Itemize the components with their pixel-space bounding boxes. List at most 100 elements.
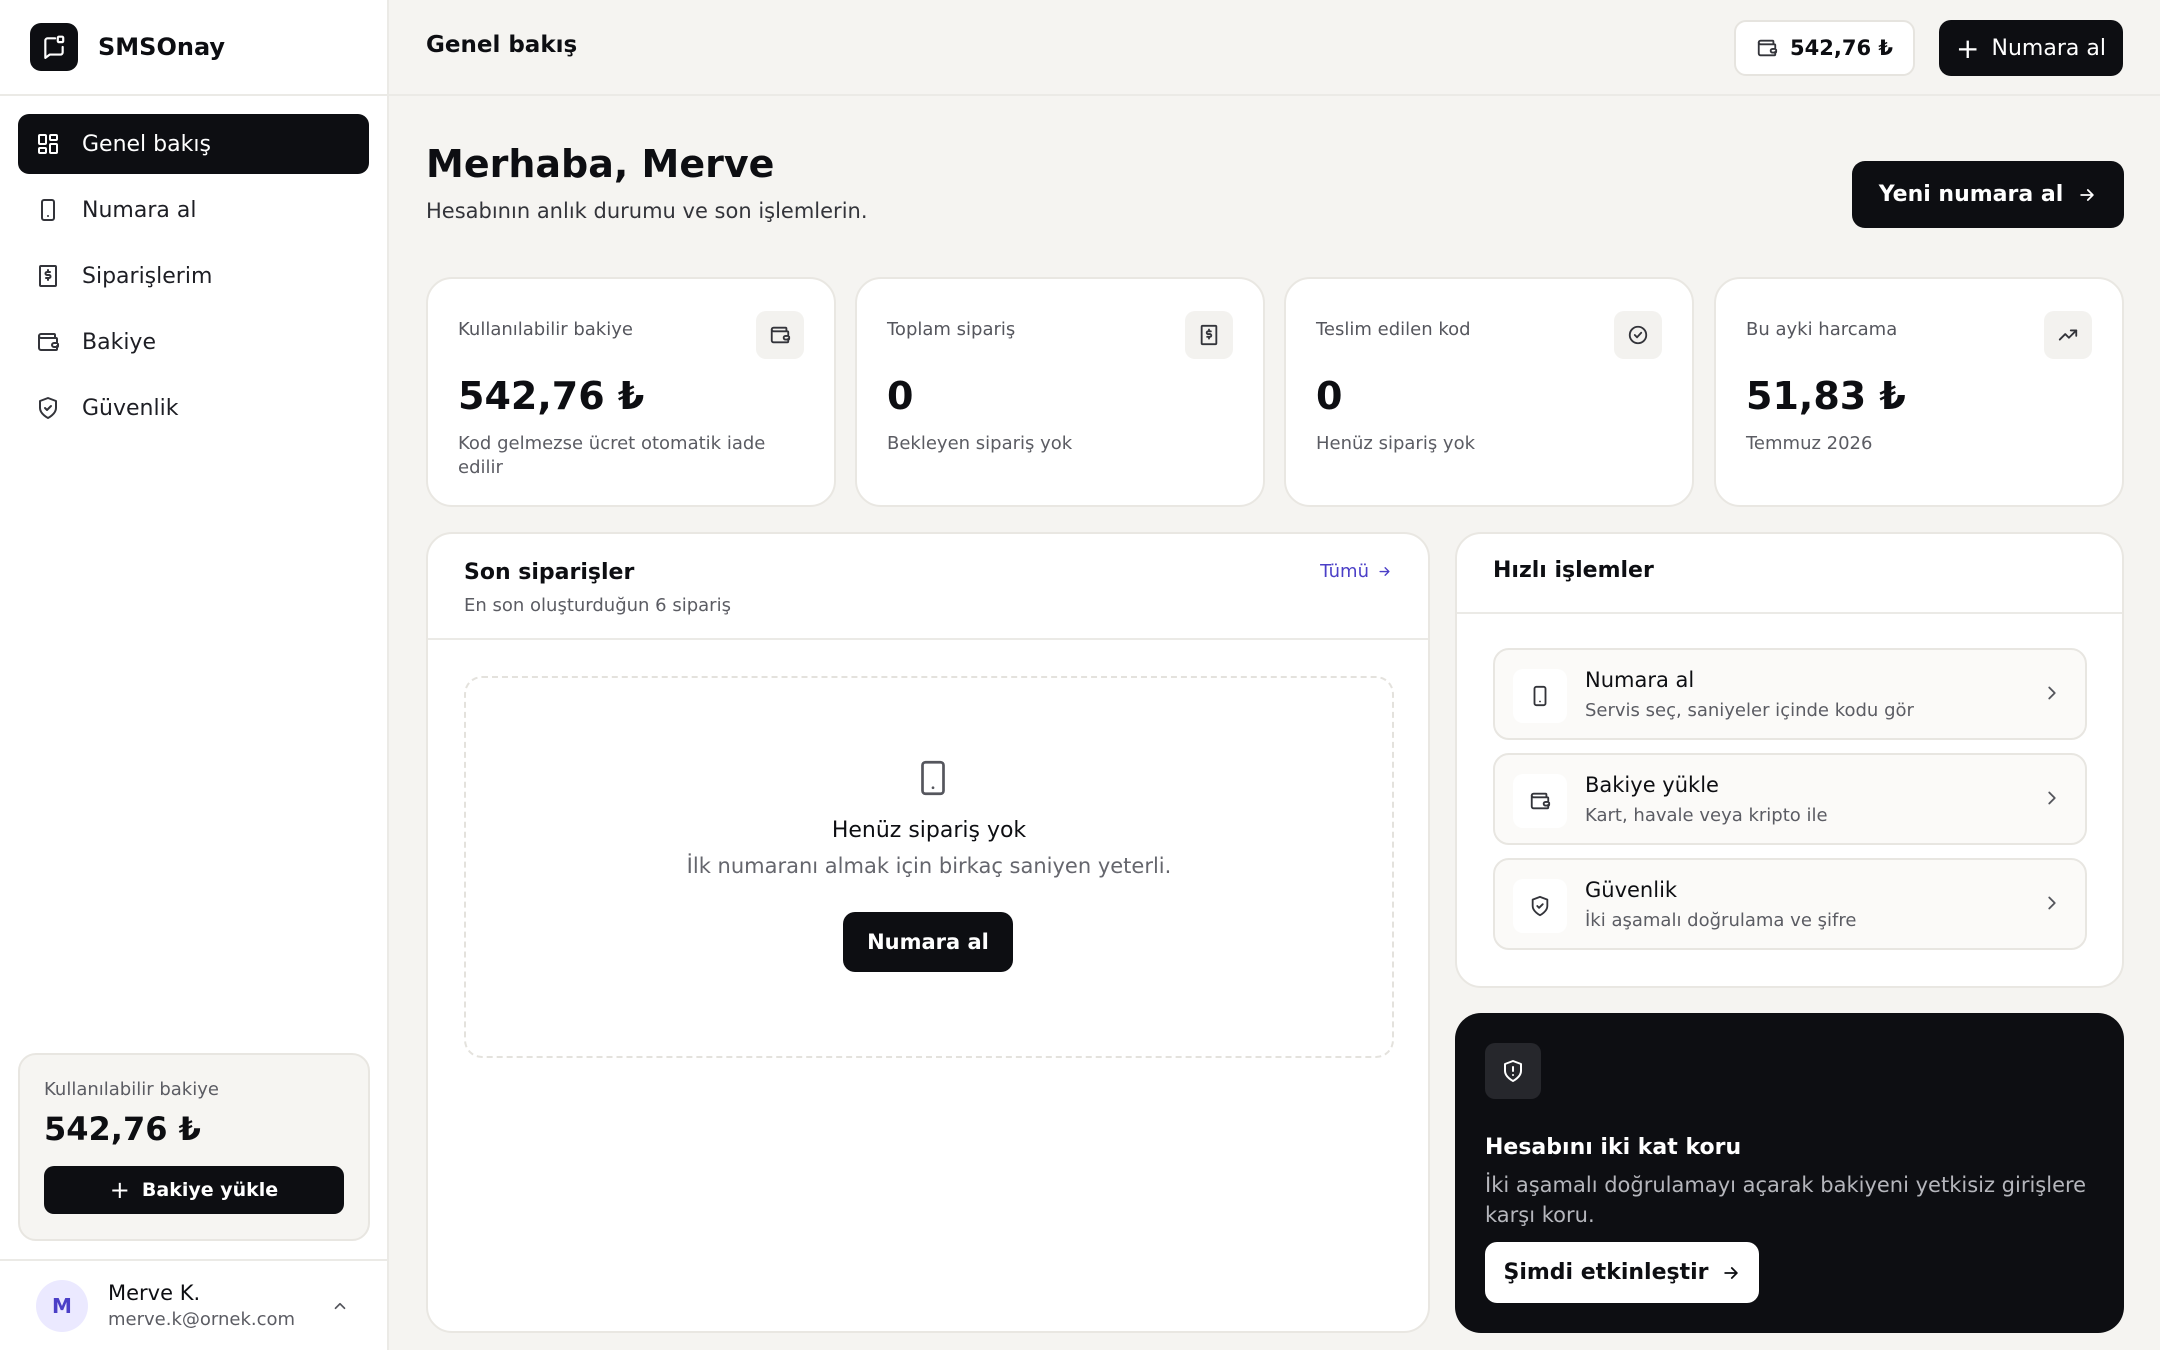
chevron-up-icon <box>331 1297 349 1315</box>
stat-value: 51,83 ₺ <box>1746 374 1906 418</box>
topbar: Genel bakış 542,76 ₺ + Numara al <box>389 0 2160 96</box>
brand-logo-icon <box>30 23 78 71</box>
quick-action-subtitle: Servis seç, saniyeler içinde kodu gör <box>1585 700 1914 721</box>
sidebar-item-security[interactable]: Güvenlik <box>18 378 369 438</box>
stat-note: Temmuz 2026 <box>1746 433 1873 454</box>
quick-action-title: Bakiye yükle <box>1585 773 1719 797</box>
quick-action-title: Numara al <box>1585 668 1695 692</box>
empty-state-text: İlk numaranı almak için birkaç saniyen y… <box>686 854 1172 878</box>
topbar-balance-amount: 542,76 ₺ <box>1790 36 1893 60</box>
stat-value: 0 <box>887 374 914 418</box>
shield-check-icon <box>36 396 60 420</box>
new-number-button[interactable]: Yeni numara al <box>1852 161 2124 228</box>
view-all-label: Tümü <box>1320 561 1369 582</box>
quick-action-get-number[interactable]: Numara al Servis seç, saniyeler içinde k… <box>1493 648 2087 740</box>
empty-state-get-number-button[interactable]: Numara al <box>843 912 1013 972</box>
sidebar-item-label: Bakiye <box>82 329 156 355</box>
chevron-right-icon <box>2041 682 2063 704</box>
sidebar-item-label: Siparişlerim <box>82 263 213 289</box>
user-menu[interactable]: M Merve K. merve.k@ornek.com <box>0 1259 387 1350</box>
phone-icon <box>36 198 60 222</box>
security-promo-card: Hesabını iki kat koru İki aşamalı doğrul… <box>1455 1013 2124 1333</box>
sidebar-item-label: Numara al <box>82 197 197 223</box>
topbar-get-number-button[interactable]: + Numara al <box>1939 20 2123 76</box>
sidebar-item-get-number[interactable]: Numara al <box>18 180 369 240</box>
sidebar-item-overview[interactable]: Genel bakış <box>18 114 369 174</box>
stat-value: 542,76 ₺ <box>458 374 645 418</box>
quick-action-top-up[interactable]: Bakiye yükle Kart, havale veya kripto il… <box>1493 753 2087 845</box>
shield-alert-icon <box>1485 1043 1541 1099</box>
wallet-icon <box>756 311 804 359</box>
view-all-link[interactable]: Tümü <box>1320 561 1392 582</box>
stat-value: 0 <box>1316 374 1343 418</box>
stat-card-balance: Kullanılabilir bakiye 542,76 ₺ Kod gelme… <box>426 277 836 507</box>
brand-name: SMSOnay <box>98 33 226 61</box>
top-up-button-label: Bakiye yükle <box>141 1179 279 1201</box>
stat-card-total-orders: Toplam sipariş 0 Bekleyen sipariş yok <box>855 277 1265 507</box>
quick-actions-panel: Hızlı işlemler Numara al Servis seç, san… <box>1455 532 2124 988</box>
shield-check-icon <box>1513 879 1567 933</box>
promo-title: Hesabını iki kat koru <box>1485 1135 1742 1160</box>
empty-state: Henüz sipariş yok İlk numaranı almak içi… <box>464 676 1394 1058</box>
recent-orders-title: Son siparişler <box>464 560 635 585</box>
stat-card-delivered-codes: Teslim edilen kod 0 Henüz sipariş yok <box>1284 277 1694 507</box>
phone-icon <box>918 760 948 796</box>
topbar-get-number-label: Numara al <box>1991 35 2106 61</box>
receipt-icon <box>36 264 60 288</box>
arrow-right-icon <box>1377 564 1392 579</box>
greeting-title: Merhaba, Merve <box>426 142 775 186</box>
promo-text: İki aşamalı doğrulamayı açarak bakiyeni … <box>1485 1173 2087 1227</box>
chevron-right-icon <box>2041 787 2063 809</box>
sidebar-nav: Genel bakış Numara al Siparişlerim Bakiy… <box>0 96 387 438</box>
top-up-button[interactable]: + Bakiye yükle <box>44 1166 344 1214</box>
balance-amount: 542,76 ₺ <box>44 1110 201 1148</box>
sidebar-item-balance[interactable]: Bakiye <box>18 312 369 372</box>
enable-2fa-label: Şimdi etkinleştir <box>1503 1260 1709 1285</box>
stat-label: Kullanılabilir bakiye <box>458 319 633 340</box>
enable-2fa-button[interactable]: Şimdi etkinleştir <box>1485 1242 1759 1303</box>
quick-action-title: Güvenlik <box>1585 878 1678 902</box>
recent-orders-panel: Son siparişler En son oluşturduğun 6 sip… <box>426 532 1430 1333</box>
sidebar: SMSOnay Genel bakış Numara al Siparişler… <box>0 0 389 1350</box>
brand[interactable]: SMSOnay <box>0 0 387 96</box>
quick-action-subtitle: İki aşamalı doğrulama ve şifre <box>1585 910 1857 931</box>
grid-icon <box>36 132 60 156</box>
recent-orders-header: Son siparişler En son oluşturduğun 6 sip… <box>428 534 1428 640</box>
wallet-icon <box>1513 774 1567 828</box>
stat-note: Kod gelmezse ücret otomatik iade edilir <box>458 433 766 478</box>
empty-state-title: Henüz sipariş yok <box>831 818 1027 843</box>
stat-label: Bu ayki harcama <box>1746 319 1898 340</box>
balance-label: Kullanılabilir bakiye <box>44 1079 219 1100</box>
wallet-icon <box>36 330 60 354</box>
chevron-right-icon <box>2041 892 2063 914</box>
new-number-button-label: Yeni numara al <box>1878 182 2064 207</box>
recent-orders-subtitle: En son oluşturduğun 6 sipariş <box>464 595 731 616</box>
wallet-icon <box>1756 37 1778 59</box>
plus-icon: + <box>1956 31 1980 65</box>
sidebar-item-label: Güvenlik <box>82 395 179 421</box>
stat-note: Henüz sipariş yok <box>1316 433 1476 454</box>
arrow-right-icon <box>1721 1263 1741 1283</box>
page-title: Genel bakış <box>426 32 578 58</box>
stat-label: Toplam sipariş <box>887 319 1016 340</box>
receipt-icon <box>1185 311 1233 359</box>
user-name: Merve K. <box>108 1281 201 1305</box>
arrow-right-icon <box>2077 185 2097 205</box>
user-email: merve.k@ornek.com <box>108 1309 296 1330</box>
quick-actions-title: Hızlı işlemler <box>1457 534 2122 614</box>
stat-label: Teslim edilen kod <box>1316 319 1471 340</box>
sidebar-item-orders[interactable]: Siparişlerim <box>18 246 369 306</box>
check-circle-icon <box>1614 311 1662 359</box>
quick-action-subtitle: Kart, havale veya kripto ile <box>1585 805 1828 826</box>
stat-card-monthly-spend: Bu ayki harcama 51,83 ₺ Temmuz 2026 <box>1714 277 2124 507</box>
quick-action-security[interactable]: Güvenlik İki aşamalı doğrulama ve şifre <box>1493 858 2087 950</box>
stat-note: Bekleyen sipariş yok <box>887 433 1073 454</box>
greeting-subtitle: Hesabının anlık durumu ve son işlemlerin… <box>426 199 868 223</box>
phone-icon <box>1513 669 1567 723</box>
plus-icon: + <box>109 1176 130 1204</box>
sidebar-item-label: Genel bakış <box>82 131 211 157</box>
topbar-balance[interactable]: 542,76 ₺ <box>1734 20 1915 76</box>
user-info: Merve K. merve.k@ornek.com <box>108 1281 295 1330</box>
trending-up-icon <box>2044 311 2092 359</box>
sidebar-balance-card: Kullanılabilir bakiye 542,76 ₺ + Bakiye … <box>18 1053 370 1241</box>
